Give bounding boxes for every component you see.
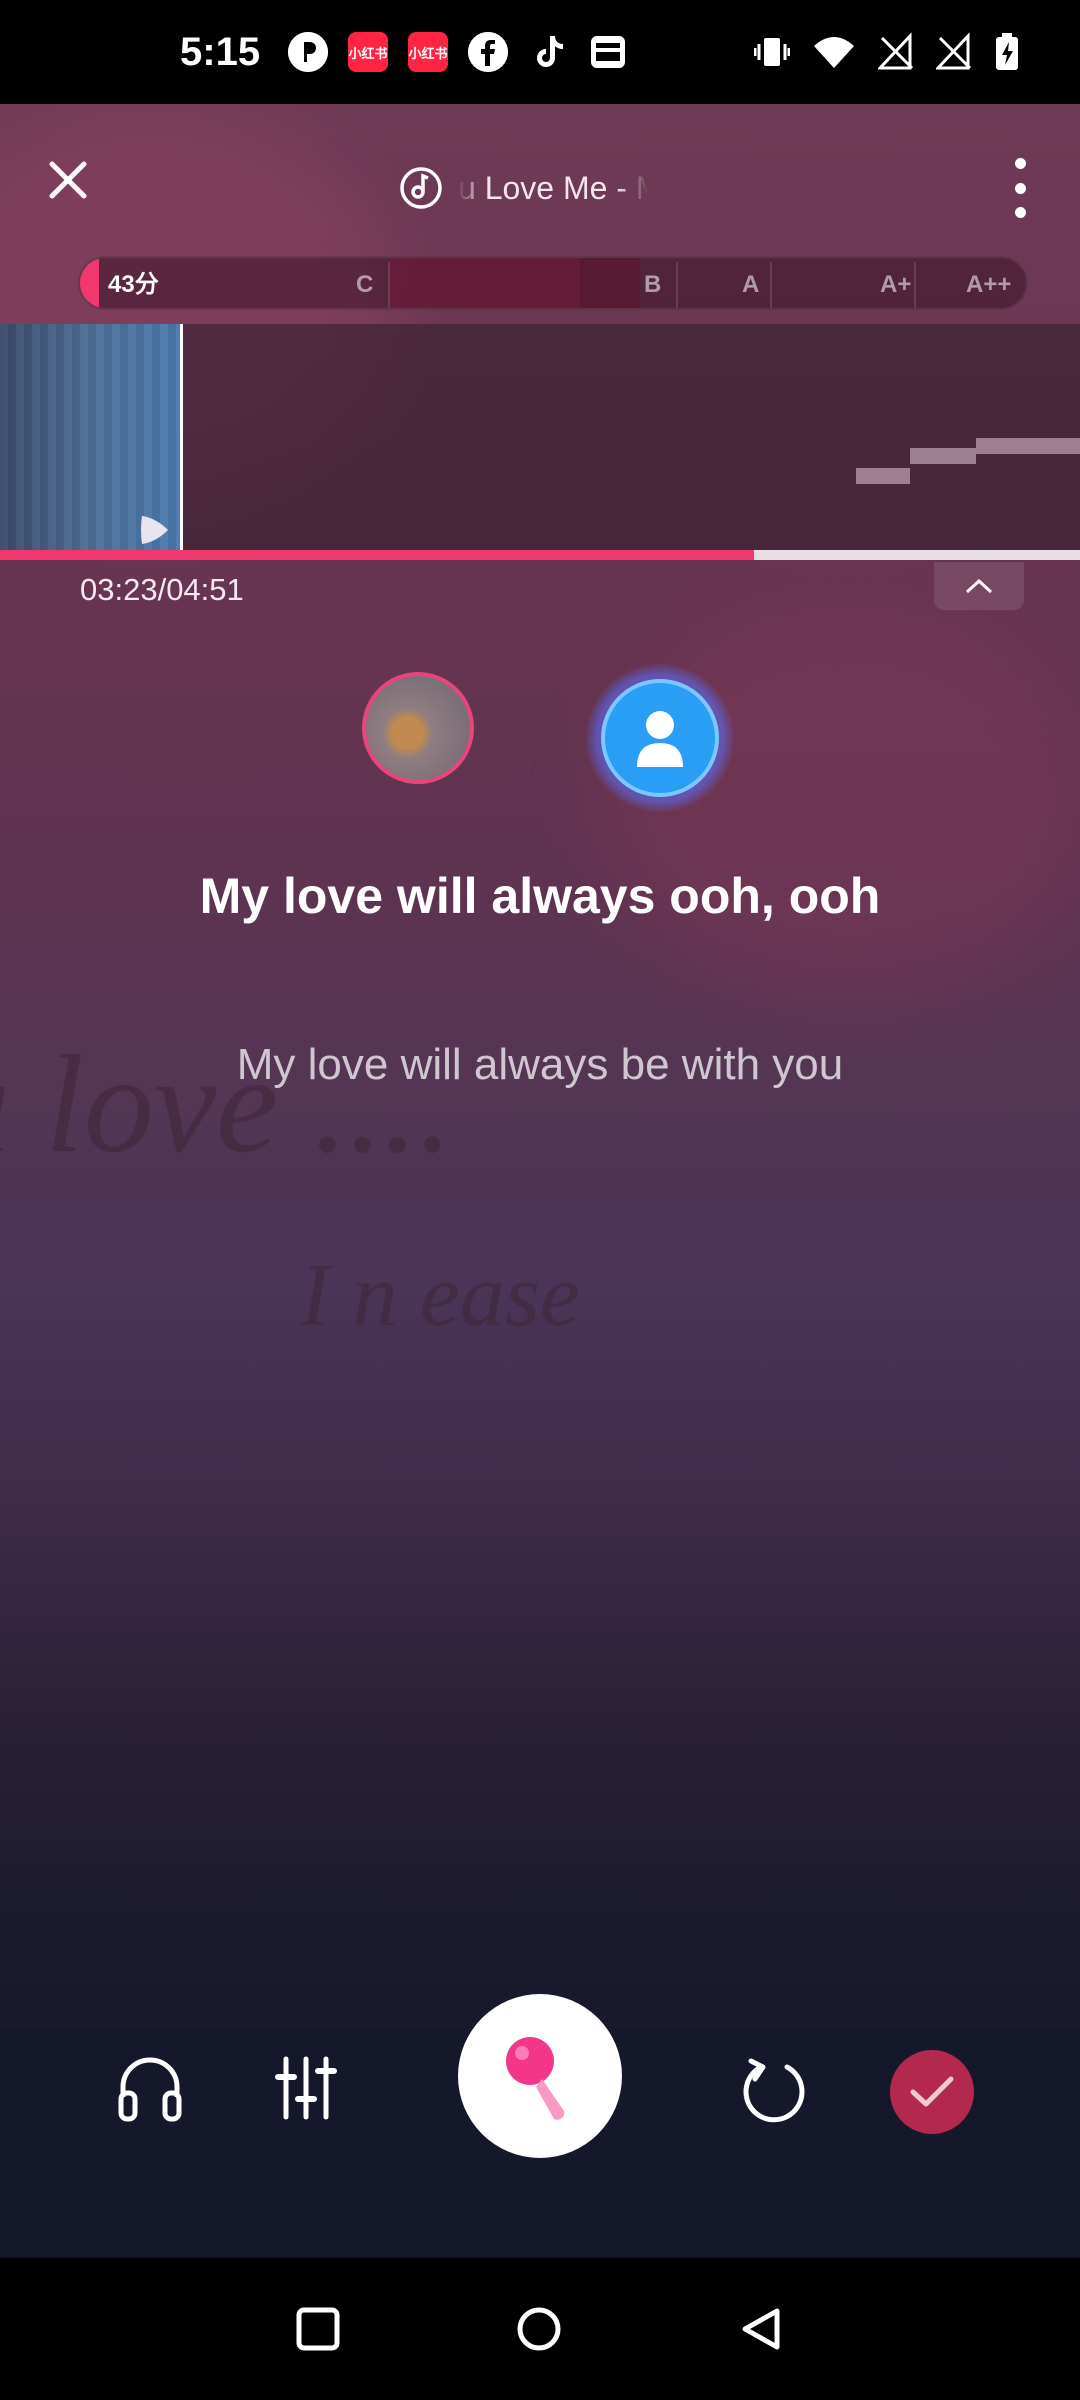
control-bar — [0, 1994, 1080, 2258]
score-segment — [580, 258, 640, 308]
mixer-button[interactable] — [268, 2050, 344, 2126]
xiaohongshu-label: 小红书 — [348, 45, 388, 61]
current-lyric: My love will always ooh, ooh — [199, 868, 881, 924]
grade-b: B — [644, 271, 662, 298]
news-icon — [588, 32, 628, 72]
no-signal-icon — [878, 32, 914, 70]
status-bar: 5:15 小红书 小红书 — [0, 0, 1080, 104]
check-icon — [910, 2076, 954, 2107]
song-title: u Love Me - Ma — [458, 169, 648, 206]
song-progress-fill — [0, 550, 754, 560]
top-bar: u Love Me - Ma — [0, 104, 1080, 264]
playback-time: 03:23/04:51 — [80, 572, 244, 607]
headphones-button[interactable] — [112, 2050, 188, 2126]
score-value: 43分 — [108, 271, 159, 298]
close-button[interactable] — [42, 154, 94, 206]
restart-button[interactable] — [734, 2050, 814, 2130]
grade-a: A — [742, 271, 760, 298]
home-icon[interactable] — [515, 2305, 563, 2353]
music-disc-icon — [400, 167, 442, 209]
vibrate-icon — [754, 38, 790, 66]
close-icon — [49, 161, 87, 199]
record-mic-button[interactable] — [458, 1994, 622, 2158]
status-app-icons: 小红书 小红书 — [288, 32, 628, 72]
recents-icon[interactable] — [295, 2306, 341, 2352]
restart-icon — [743, 2058, 805, 2123]
user-avatar[interactable] — [601, 679, 719, 797]
pinterest-icon — [288, 32, 329, 72]
mixer-sliders-icon — [275, 2056, 337, 2120]
system-icons — [754, 32, 1020, 72]
more-vert-icon — [1014, 158, 1026, 169]
tiktok-icon — [528, 32, 568, 72]
pitch-note — [856, 468, 910, 484]
finish-button[interactable] — [890, 2050, 974, 2134]
karaoke-screen: u love .... I n ease u Love Me - Ma 43分 … — [0, 104, 1080, 2258]
system-nav-bar — [0, 2258, 1080, 2400]
microphone-icon — [506, 2037, 565, 2120]
grade-c: C — [356, 271, 374, 298]
chevron-up-icon — [965, 578, 993, 594]
pitch-cursor-icon — [141, 516, 168, 544]
battery-charging-icon — [996, 33, 1018, 70]
xiaohongshu-label: 小红书 — [408, 45, 448, 61]
pitch-note — [976, 438, 1080, 454]
collapse-button[interactable] — [934, 562, 1024, 610]
xiaohongshu-icon: 小红书 — [348, 32, 389, 72]
pitch-cursor-line — [180, 324, 183, 554]
headphones-icon — [118, 2057, 182, 2122]
status-time: 5:15 — [180, 29, 261, 74]
pitch-note — [910, 448, 976, 464]
score-bar: 43分 C B A A+ A++ — [78, 256, 1028, 310]
no-signal-icon — [936, 32, 972, 70]
xiaohongshu-icon: 小红书 — [408, 32, 449, 72]
back-icon[interactable] — [737, 2305, 785, 2353]
song-progress-bar[interactable] — [0, 550, 1080, 560]
pitch-visualizer — [0, 324, 1080, 554]
grade-a-plus-plus: A++ — [966, 271, 1012, 298]
background-art-text: I n ease — [300, 1246, 580, 1345]
singer-avatar[interactable] — [362, 672, 474, 784]
song-title-area[interactable]: u Love Me - Ma — [398, 160, 648, 216]
person-icon — [637, 711, 683, 767]
next-lyric: My love will always be with you — [236, 1040, 844, 1089]
grade-a-plus: A+ — [880, 271, 912, 298]
facebook-icon — [468, 32, 509, 72]
wifi-icon — [814, 37, 854, 68]
more-options-button[interactable] — [1010, 158, 1030, 218]
